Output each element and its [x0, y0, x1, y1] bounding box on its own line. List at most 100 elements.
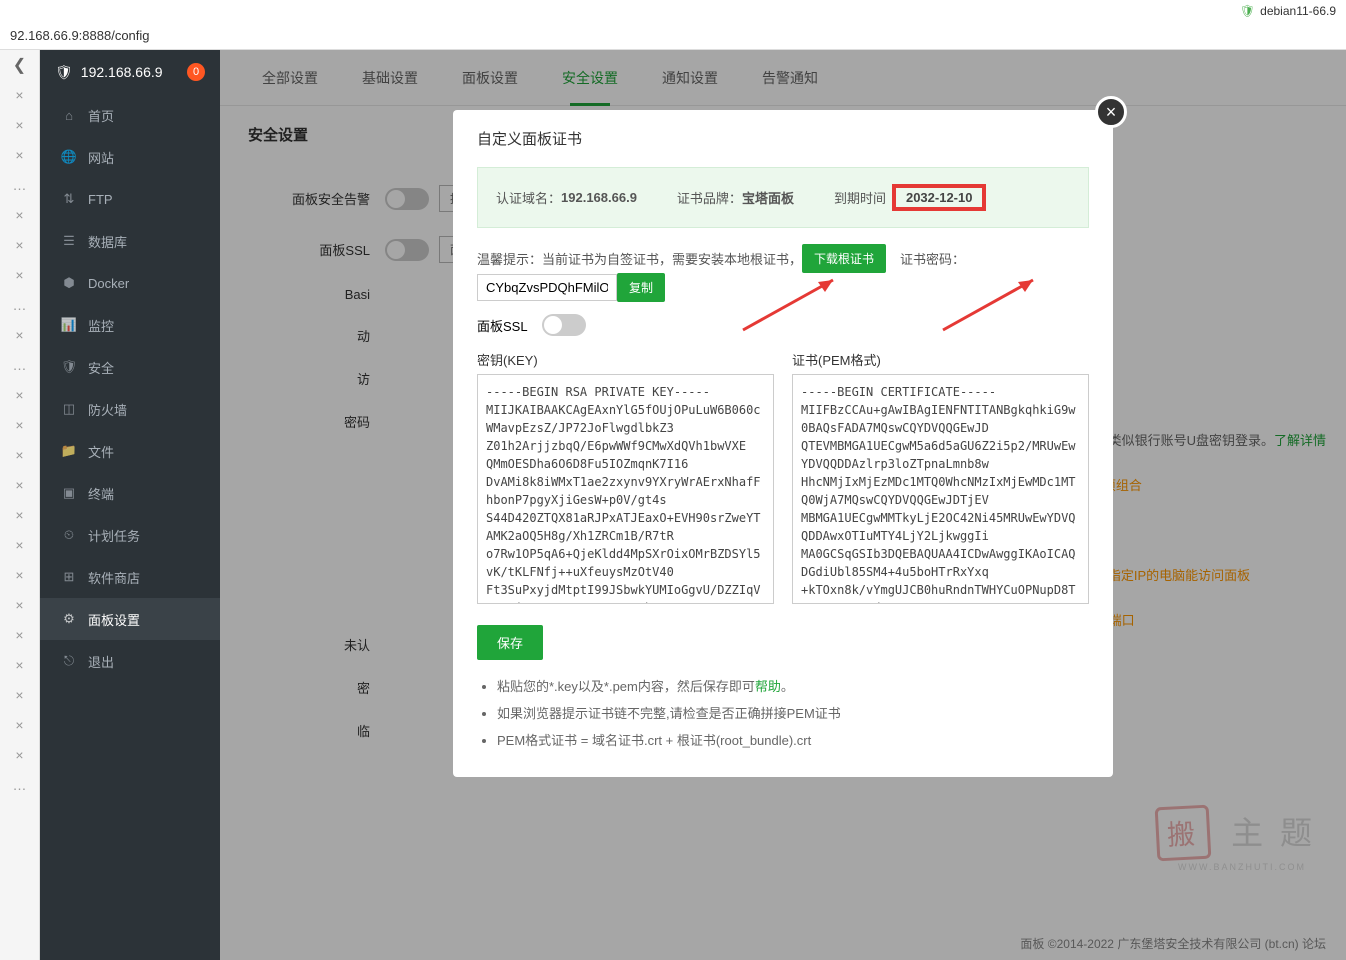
sidebar-item-website[interactable]: 🌐 网站: [40, 136, 220, 178]
sidebar-item-ftp[interactable]: ⇅FTP: [40, 178, 220, 220]
tab-close[interactable]: ×: [0, 380, 39, 410]
download-root-cert-button[interactable]: 下载根证书: [802, 244, 886, 273]
tab-close[interactable]: ×: [0, 410, 39, 440]
sidebar-header: 🛡 192.168.66.9 0: [40, 50, 220, 94]
tab-close[interactable]: ×: [0, 260, 39, 290]
sidebar-item-panel-settings[interactable]: ⚙面板设置: [40, 598, 220, 640]
tab-close[interactable]: ×: [0, 80, 39, 110]
apps-icon: ⊞: [58, 569, 80, 585]
tab-close[interactable]: ×: [0, 230, 39, 260]
notification-badge[interactable]: 0: [187, 63, 205, 81]
browser-tab-strip: ❮ × × × … × × × … × … × × × × × × × × × …: [0, 50, 40, 960]
sidebar-item-home[interactable]: ⌂首页: [40, 94, 220, 136]
tab-close[interactable]: ×: [0, 500, 39, 530]
sidebar-item-file[interactable]: 📁 文件: [40, 430, 220, 472]
tab-more: …: [0, 350, 39, 380]
tab-more: …: [0, 170, 39, 200]
sidebar-item-security[interactable]: 🛡 安全: [40, 346, 220, 388]
docker-icon: ⬢: [58, 275, 80, 291]
folder-icon: 📁: [58, 443, 80, 459]
cert-info-banner: 认证域名： 192.168.66.9 证书品牌： 宝塔面板 到期时间 2032-…: [477, 167, 1089, 228]
tab-more: …: [0, 290, 39, 320]
gear-icon: ⚙: [58, 611, 80, 627]
brand-label: 证书品牌：: [677, 188, 742, 207]
database-icon: ☰: [58, 233, 80, 249]
expire-label: 到期时间: [834, 188, 886, 207]
cert-pwd-label: 证书密码：: [900, 249, 965, 268]
shield-icon: 🛡: [1240, 4, 1255, 18]
tip-row: 温馨提示： 当前证书为自签证书，需要安装本地根证书， 下载根证书 证书密码： 复…: [477, 244, 1089, 302]
modal-title: 自定义面板证书: [453, 110, 1113, 167]
tip-text: 当前证书为自签证书，需要安装本地根证书，: [542, 249, 802, 268]
firewall-icon: ◫: [58, 401, 80, 417]
close-icon[interactable]: ×: [1095, 96, 1127, 128]
sidebar-item-firewall[interactable]: ◫ 防火墙: [40, 388, 220, 430]
sidebar-item-label: 退出: [88, 652, 114, 671]
tab-close[interactable]: ×: [0, 530, 39, 560]
monitor-icon: 📊: [58, 317, 80, 333]
tab-close[interactable]: ×: [0, 560, 39, 590]
sidebar-item-label: 数据库: [88, 232, 127, 251]
sidebar-item-label: 软件商店: [88, 568, 140, 587]
modal-overlay: × 自定义面板证书 认证域名： 192.168.66.9 证书品牌： 宝塔面板 …: [220, 50, 1346, 960]
schedule-icon: ⏲: [58, 527, 80, 543]
sidebar-item-label: 首页: [88, 106, 114, 125]
sidebar-item-logout[interactable]: ⎋ 退出: [40, 640, 220, 682]
key-label: 密钥(KEY): [477, 350, 774, 369]
pem-label: 证书(PEM格式): [792, 350, 1089, 369]
tab-close[interactable]: ×: [0, 200, 39, 230]
tab-close[interactable]: ×: [0, 470, 39, 500]
url-bar[interactable]: 92.168.66.9:8888/config: [0, 22, 1346, 50]
cert-password-input[interactable]: [477, 274, 617, 301]
host-label: debian11-66.9: [1260, 4, 1336, 18]
bullet-item: 如果浏览器提示证书链不完整,请检查是否正确拼接PEM证书: [497, 703, 1089, 722]
sidebar-item-label: 防火墙: [88, 400, 127, 419]
top-bar: 🛡 debian11-66.9: [0, 0, 1346, 22]
sidebar-item-database[interactable]: ☰ 数据库: [40, 220, 220, 262]
panel-ssl-label: 面板SSL: [477, 316, 528, 335]
sidebar-item-monitor[interactable]: 📊 监控: [40, 304, 220, 346]
sidebar-ip: 192.168.66.9: [81, 64, 163, 80]
help-link[interactable]: 帮助: [755, 679, 781, 694]
tab-close[interactable]: ×: [0, 140, 39, 170]
shield-icon: 🛡: [58, 359, 80, 375]
sidebar-item-docker[interactable]: ⬢ Docker: [40, 262, 220, 304]
tab-close[interactable]: ×: [0, 440, 39, 470]
tab-more: …: [0, 770, 39, 800]
back-button[interactable]: ❮: [0, 50, 39, 80]
private-key-textarea[interactable]: [477, 374, 774, 604]
globe-icon: 🌐: [58, 149, 80, 165]
content-area: 全部设置 基础设置 面板设置 安全设置 通知设置 告警通知 安全设置 面板安全告…: [220, 50, 1346, 960]
sidebar-item-label: 文件: [88, 442, 114, 461]
expire-date-highlighted: 2032-12-10: [892, 184, 987, 211]
sidebar-item-label: 安全: [88, 358, 114, 377]
sidebar-item-label: 监控: [88, 316, 114, 335]
panel-ssl-toggle[interactable]: [542, 314, 586, 336]
domain-label: 认证域名：: [496, 188, 561, 207]
tab-close[interactable]: ×: [0, 680, 39, 710]
panel-ssl-row: 面板SSL: [477, 314, 1089, 336]
sidebar-item-label: FTP: [88, 192, 113, 207]
tab-close[interactable]: ×: [0, 620, 39, 650]
sidebar-item-label: 网站: [88, 148, 114, 167]
url-text: 92.168.66.9:8888/config: [10, 28, 150, 43]
sidebar-item-terminal[interactable]: ▣终端: [40, 472, 220, 514]
tab-close[interactable]: ×: [0, 590, 39, 620]
tab-close[interactable]: ×: [0, 110, 39, 140]
copy-button[interactable]: 复制: [617, 273, 665, 302]
sidebar-item-cron[interactable]: ⏲计划任务: [40, 514, 220, 556]
tab-close[interactable]: ×: [0, 740, 39, 770]
sidebar-item-label: 终端: [88, 484, 114, 503]
tab-close[interactable]: ×: [0, 650, 39, 680]
tab-close[interactable]: ×: [0, 320, 39, 350]
domain-value: 192.168.66.9: [561, 190, 637, 205]
sidebar-item-appstore[interactable]: ⊞ 软件商店: [40, 556, 220, 598]
logout-icon: ⎋: [58, 653, 80, 669]
save-button[interactable]: 保存: [477, 625, 543, 660]
help-bullets: 粘贴您的*.key以及*.pem内容，然后保存即可帮助。 如果浏览器提示证书链不…: [477, 676, 1089, 749]
cert-modal: × 自定义面板证书 认证域名： 192.168.66.9 证书品牌： 宝塔面板 …: [453, 110, 1113, 777]
pem-cert-textarea[interactable]: [792, 374, 1089, 604]
sidebar-item-label: Docker: [88, 276, 129, 291]
tip-label: 温馨提示：: [477, 249, 542, 268]
tab-close[interactable]: ×: [0, 710, 39, 740]
